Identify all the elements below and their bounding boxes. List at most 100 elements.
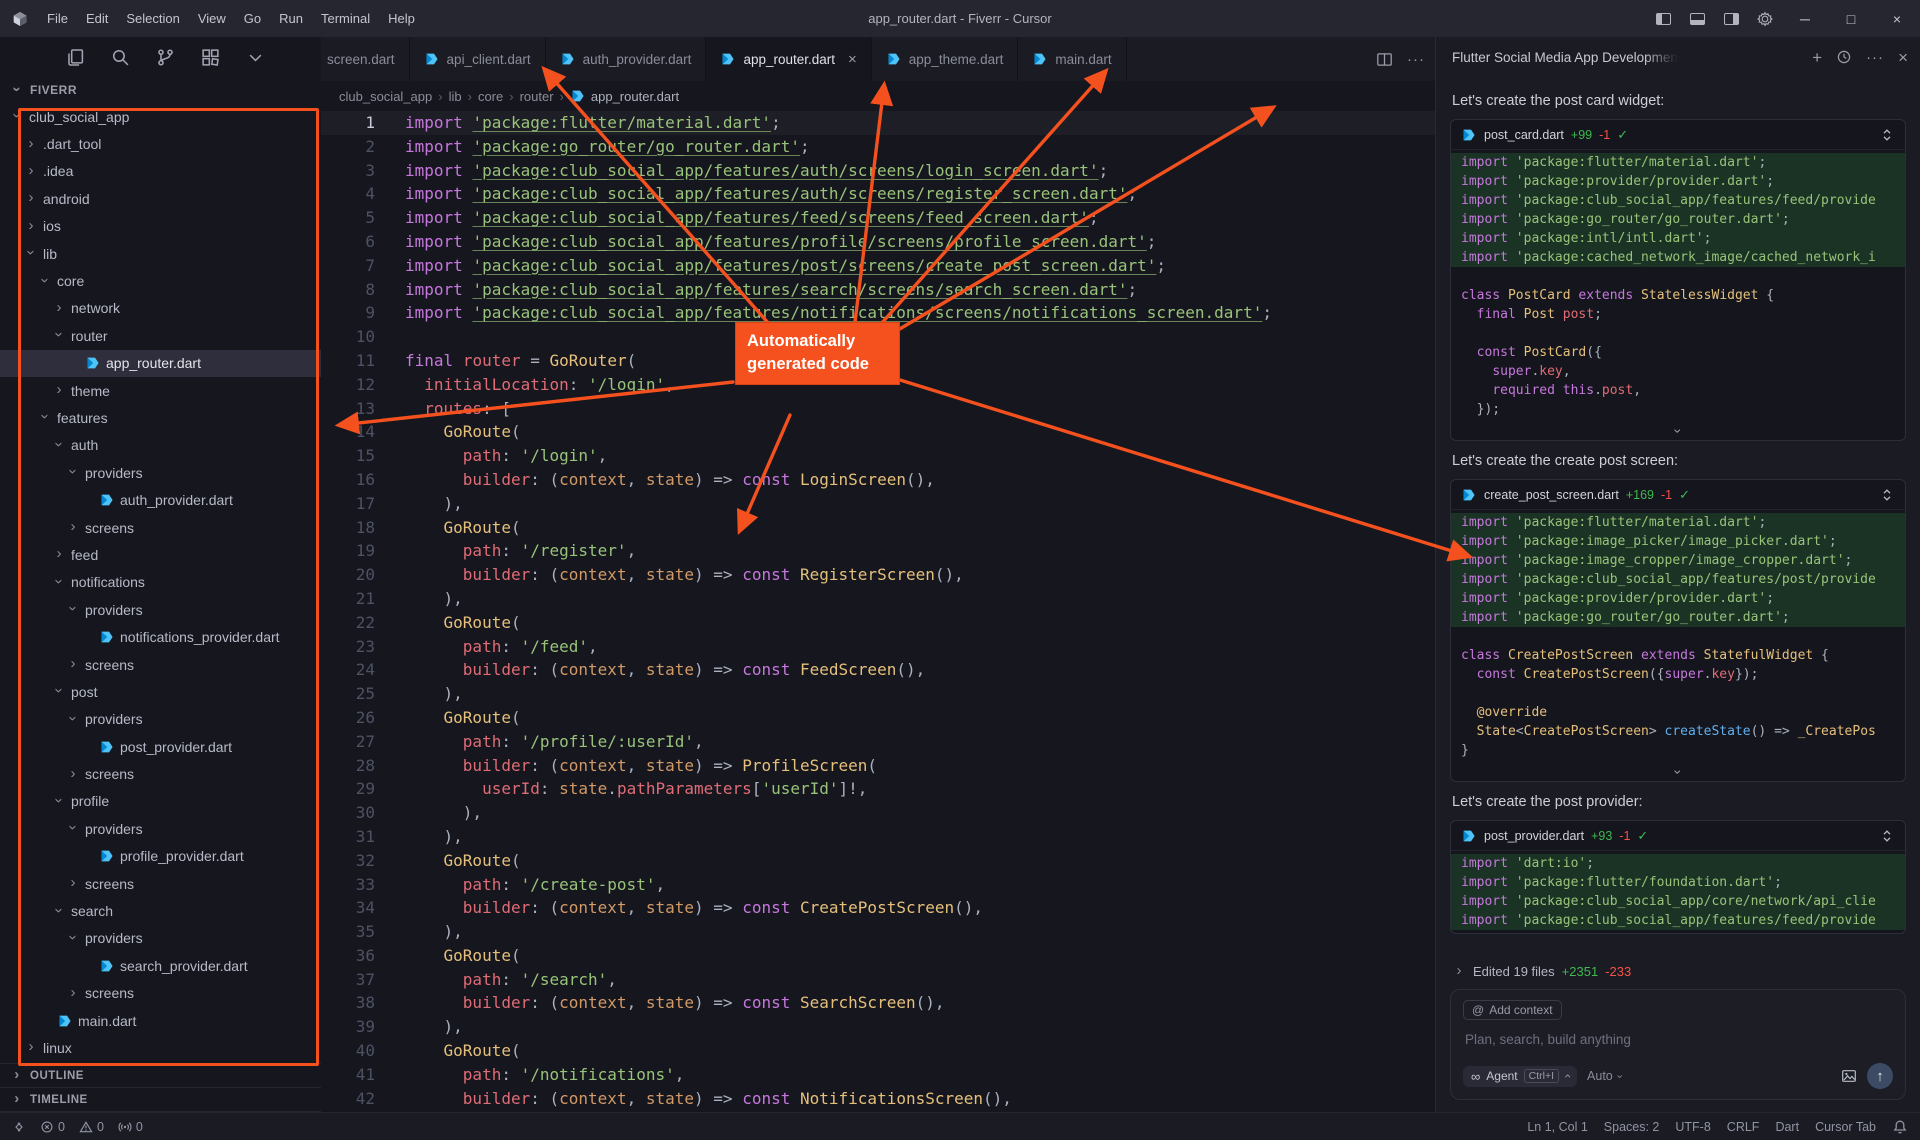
tree-item-core[interactable]: ›core <box>0 267 321 294</box>
breadcrumb-file[interactable]: app_router.dart <box>570 88 679 104</box>
tree-item-profile[interactable]: ›profile <box>0 788 321 815</box>
send-button[interactable]: ↑ <box>1867 1063 1893 1089</box>
toggle-left-panel-icon[interactable] <box>1646 0 1680 37</box>
tree-item-.dart_tool[interactable]: ›.dart_tool <box>0 130 321 157</box>
source-control-icon[interactable] <box>156 48 175 67</box>
chat-input-placeholder[interactable]: Plan, search, build anything <box>1465 1032 1891 1047</box>
tree-item-post[interactable]: ›post <box>0 678 321 705</box>
code-editor[interactable]: 1import 'package:flutter/material.dart';… <box>321 111 1435 1112</box>
menu-file[interactable]: File <box>38 7 77 30</box>
tree-item-theme[interactable]: ›theme <box>0 377 321 404</box>
status-dart[interactable]: Dart <box>1775 1120 1799 1134</box>
menu-run[interactable]: Run <box>270 7 312 30</box>
tree-item-lib[interactable]: ›lib <box>0 240 321 267</box>
tab-main.dart[interactable]: main.dart <box>1018 37 1126 81</box>
section-outline[interactable]: ›OUTLINE <box>0 1064 321 1088</box>
breadcrumb-item-core[interactable]: core <box>478 89 503 104</box>
toggle-right-panel-icon[interactable] <box>1714 0 1748 37</box>
attach-image-icon[interactable] <box>1841 1068 1857 1084</box>
tree-item-club_social_app[interactable]: ›club_social_app <box>0 103 321 130</box>
tree-item-auth[interactable]: ›auth <box>0 432 321 459</box>
status-ln-1-col-1[interactable]: Ln 1, Col 1 <box>1527 1120 1587 1134</box>
tab-app_router.dart[interactable]: app_router.dart× <box>706 37 871 81</box>
tree-item-main.dart[interactable]: main.dart <box>0 1007 321 1034</box>
tree-item-network[interactable]: ›network <box>0 295 321 322</box>
gear-icon[interactable] <box>1748 0 1782 37</box>
chevron-down-icon[interactable] <box>246 48 265 67</box>
model-selector[interactable]: Auto › <box>1587 1069 1620 1083</box>
status-remote[interactable] <box>12 1120 26 1134</box>
tree-item-screens[interactable]: ›screens <box>0 980 321 1007</box>
close-button[interactable]: × <box>1874 0 1920 37</box>
tree-item-notifications_provider.dart[interactable]: notifications_provider.dart <box>0 623 321 650</box>
code-card-header[interactable]: create_post_screen.dart+169-1✓ <box>1451 480 1905 510</box>
menu-edit[interactable]: Edit <box>77 7 117 30</box>
more-actions-icon[interactable]: ··· <box>1407 51 1425 68</box>
tree-item-ios[interactable]: ›ios <box>0 213 321 240</box>
maximize-button[interactable]: □ <box>1828 0 1874 37</box>
status-cursor-tab[interactable]: Cursor Tab <box>1815 1120 1876 1134</box>
split-editor-icon[interactable] <box>1376 51 1393 68</box>
tree-item-providers[interactable]: ›providers <box>0 459 321 486</box>
expand-more-button[interactable]: › <box>1451 763 1905 781</box>
breadcrumb-item-router[interactable]: router <box>520 89 554 104</box>
updown-icon[interactable] <box>1879 828 1895 844</box>
minimize-button[interactable]: ─ <box>1782 0 1828 37</box>
tab-app_theme.dart[interactable]: app_theme.dart <box>872 37 1019 81</box>
tab-screen.dart[interactable]: screen.dart <box>321 37 410 81</box>
tree-item-notifications[interactable]: ›notifications <box>0 569 321 596</box>
code-card-header[interactable]: post_provider.dart+93-1✓ <box>1451 821 1905 851</box>
tree-item-app_router.dart[interactable]: app_router.dart <box>0 350 321 377</box>
tree-item-profile_provider.dart[interactable]: profile_provider.dart <box>0 843 321 870</box>
section-timeline[interactable]: ›TIMELINE <box>0 1088 321 1112</box>
new-chat-icon[interactable]: + <box>1812 49 1822 66</box>
tree-item-features[interactable]: ›features <box>0 404 321 431</box>
tab-close-icon[interactable]: × <box>848 51 857 68</box>
tree-item-providers[interactable]: ›providers <box>0 706 321 733</box>
tree-item-auth_provider.dart[interactable]: auth_provider.dart <box>0 486 321 513</box>
tree-item-screens[interactable]: ›screens <box>0 651 321 678</box>
agent-mode-selector[interactable]: ∞ Agent Ctrl+I › <box>1463 1066 1577 1087</box>
tree-item-.idea[interactable]: ›.idea <box>0 158 321 185</box>
tree-item-search_provider.dart[interactable]: search_provider.dart <box>0 952 321 979</box>
bell-icon[interactable] <box>1892 1119 1908 1135</box>
tree-item-screens[interactable]: ›screens <box>0 870 321 897</box>
status-crlf[interactable]: CRLF <box>1727 1120 1760 1134</box>
history-icon[interactable] <box>1836 49 1852 65</box>
tab-api_client.dart[interactable]: api_client.dart <box>410 37 546 81</box>
tree-item-router[interactable]: ›router <box>0 322 321 349</box>
updown-icon[interactable] <box>1879 487 1895 503</box>
menu-help[interactable]: Help <box>379 7 424 30</box>
menu-go[interactable]: Go <box>235 7 270 30</box>
status-error[interactable]: 0 <box>40 1120 65 1134</box>
search-icon[interactable] <box>111 48 130 67</box>
chat-close-icon[interactable]: × <box>1898 49 1908 66</box>
tree-item-screens[interactable]: ›screens <box>0 760 321 787</box>
tree-item-screens[interactable]: ›screens <box>0 514 321 541</box>
chat-input-box[interactable]: @ Add context Plan, search, build anythi… <box>1450 989 1906 1100</box>
menu-selection[interactable]: Selection <box>117 7 188 30</box>
updown-icon[interactable] <box>1879 127 1895 143</box>
tree-item-providers[interactable]: ›providers <box>0 925 321 952</box>
breadcrumb-item-lib[interactable]: lib <box>449 89 462 104</box>
tree-item-post_provider.dart[interactable]: post_provider.dart <box>0 733 321 760</box>
breadcrumb-item-club_social_app[interactable]: club_social_app <box>339 89 432 104</box>
edited-files-summary[interactable]: › Edited 19 files +2351 -233 <box>1452 964 1904 979</box>
chat-more-icon[interactable]: ··· <box>1866 49 1884 66</box>
status-spaces-2[interactable]: Spaces: 2 <box>1604 1120 1660 1134</box>
explorer-section-header[interactable]: › FIVERR <box>0 77 321 103</box>
tree-item-linux[interactable]: ›linux <box>0 1034 321 1061</box>
code-card-header[interactable]: post_card.dart+99-1✓ <box>1451 120 1905 150</box>
toggle-bottom-panel-icon[interactable] <box>1680 0 1714 37</box>
status-warning[interactable]: 0 <box>79 1120 104 1134</box>
tab-auth_provider.dart[interactable]: auth_provider.dart <box>546 37 707 81</box>
tree-item-providers[interactable]: ›providers <box>0 596 321 623</box>
tree-item-providers[interactable]: ›providers <box>0 815 321 842</box>
extensions-icon[interactable] <box>201 48 220 67</box>
tree-item-feed[interactable]: ›feed <box>0 541 321 568</box>
expand-more-button[interactable]: › <box>1451 422 1905 440</box>
menu-terminal[interactable]: Terminal <box>312 7 379 30</box>
status-utf-8[interactable]: UTF-8 <box>1675 1120 1710 1134</box>
tree-item-android[interactable]: ›android <box>0 185 321 212</box>
files-icon[interactable] <box>66 48 85 67</box>
